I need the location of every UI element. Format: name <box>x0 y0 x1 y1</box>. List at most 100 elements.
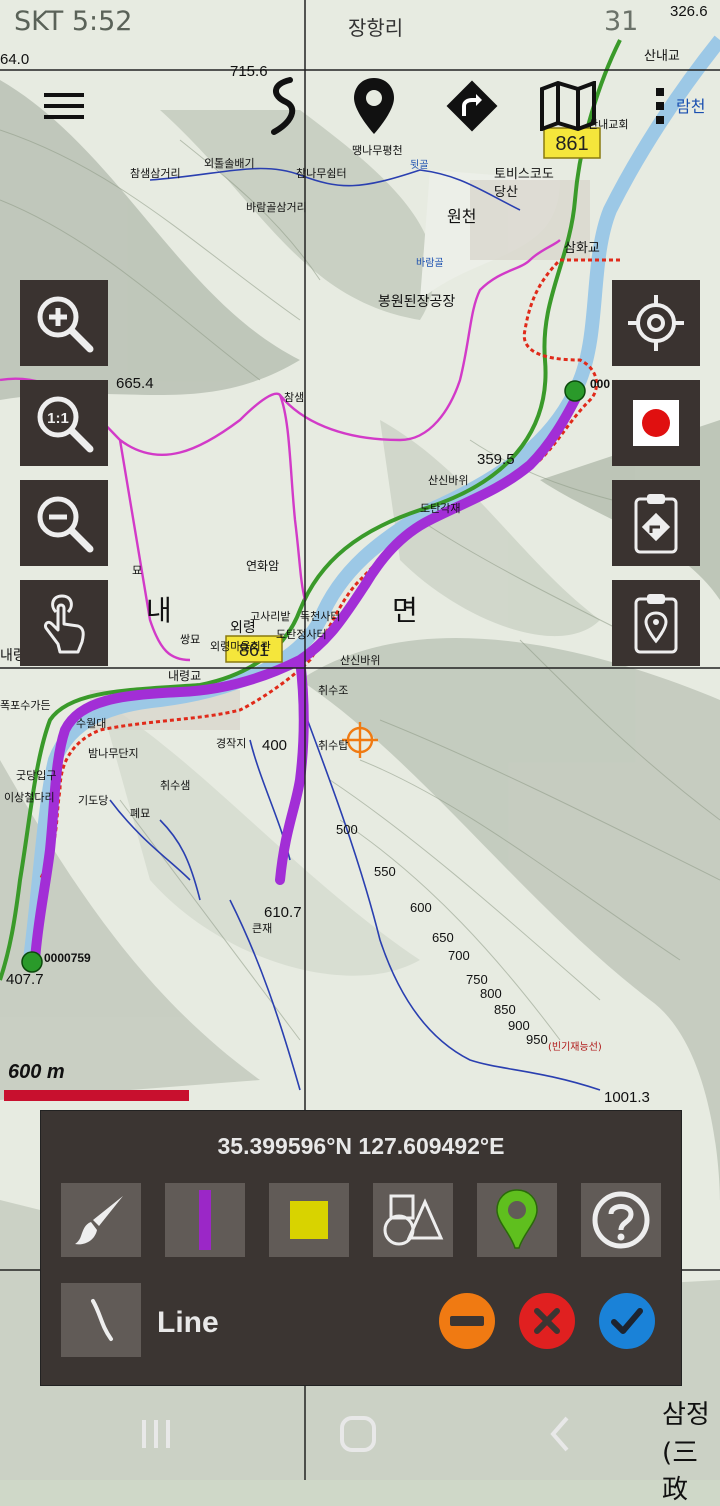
line-color-button[interactable] <box>165 1183 245 1257</box>
recent-apps-button[interactable] <box>126 1406 186 1462</box>
brush-icon <box>75 1196 123 1245</box>
elevation-label: 400 <box>262 737 287 754</box>
contour-label: 800 <box>480 986 502 1001</box>
confirm-button[interactable] <box>599 1293 655 1349</box>
zoom-in-button[interactable] <box>20 280 108 366</box>
coordinates-readout: 35.399596°N 127.609492°E <box>217 1133 505 1159</box>
place-label: 바람골삼거리 <box>246 201 307 214</box>
route-clipboard-button[interactable] <box>612 480 700 566</box>
home-button[interactable] <box>328 1406 388 1462</box>
contour-label: 600 <box>410 900 432 915</box>
place-label: 람천 <box>676 97 705 116</box>
pin-style-button[interactable] <box>477 1183 557 1257</box>
zoom-1to1-icon: 1:1 <box>37 396 94 453</box>
line-color-swatch <box>199 1190 211 1250</box>
place-label: 도탄각재 <box>420 502 460 515</box>
place-label: 밤나무단지 <box>88 747 139 760</box>
track-button[interactable] <box>248 72 316 140</box>
elevation-label: 665.4 <box>116 375 154 392</box>
home-icon <box>340 1416 376 1452</box>
map-button[interactable] <box>534 72 602 140</box>
help-icon <box>592 1191 650 1249</box>
remove-button[interactable] <box>439 1293 495 1349</box>
place-label: 묘 <box>132 564 142 577</box>
place-label: 취수샘 <box>160 779 190 792</box>
help-button[interactable] <box>581 1183 661 1257</box>
place-label: 토비스코도 <box>494 167 554 182</box>
map-icon <box>540 81 596 131</box>
close-icon <box>534 1308 560 1334</box>
locate-button[interactable] <box>612 280 700 366</box>
place-label: 당산 <box>494 185 518 200</box>
fill-color-swatch <box>290 1201 328 1239</box>
line-edit-panel: 35.399596°N 127.609492°E Line <box>40 1110 682 1386</box>
place-label: 외령 <box>230 620 256 636</box>
place-label: 뒷골 <box>410 158 428 171</box>
place-label: 외령마을회관 <box>210 640 271 653</box>
contour-label: 750 <box>466 972 488 987</box>
cancel-button[interactable] <box>519 1293 575 1349</box>
scale-bar <box>4 1090 189 1101</box>
place-label: 내 <box>146 594 172 627</box>
waypoint-button[interactable] <box>340 72 408 140</box>
track-icon <box>271 77 296 135</box>
place-label: 이상철다리 <box>4 791 55 804</box>
place-label: 산신바위 <box>428 474 468 487</box>
place-label: 폭포수가든 <box>0 699 51 712</box>
curve-line-icon <box>91 1299 113 1341</box>
shape-button[interactable] <box>373 1183 453 1257</box>
back-icon <box>550 1416 569 1452</box>
place-label: 취수조 <box>318 684 348 697</box>
waypoint-marker-end[interactable] <box>21 951 43 973</box>
brush-button[interactable] <box>61 1183 141 1257</box>
record-icon <box>633 400 679 446</box>
place-label: 취수탑 <box>318 739 348 752</box>
contour-label: 700 <box>448 948 470 963</box>
place-label: 굿당입구 <box>16 769 56 782</box>
menu-button[interactable] <box>30 72 98 140</box>
clipboard-pin-icon <box>634 594 678 654</box>
navigation-bar <box>0 1388 720 1480</box>
route-button[interactable] <box>438 72 506 140</box>
waypoint-icon <box>354 78 394 134</box>
line-type-label: Line <box>157 1306 219 1339</box>
contour-label: 500 <box>336 822 358 837</box>
place-label: 고사리밭 <box>250 610 290 623</box>
clipboard-route-icon <box>634 494 678 554</box>
place-label: 외톨솔배기 <box>204 157 255 170</box>
place-label: 봉원된장공장 <box>378 294 455 310</box>
more-options-icon[interactable] <box>656 86 670 126</box>
place-label: 큰재 <box>252 922 272 935</box>
place-label: 독천사터 <box>300 609 340 623</box>
elevation-label: 610.7 <box>264 904 302 921</box>
elevation-label: 407.7 <box>6 971 44 988</box>
zoom-1to1-button[interactable]: 1:1 <box>20 380 108 466</box>
place-label: 연화암 <box>246 559 279 573</box>
zoom-out-icon <box>37 496 94 553</box>
back-button[interactable] <box>530 1406 590 1462</box>
place-label: 쌍묘 <box>180 633 200 646</box>
record-button[interactable] <box>612 380 700 466</box>
place-label: 경작지 <box>216 737 246 750</box>
line-type-button[interactable] <box>61 1283 141 1357</box>
place-label: 산내교 <box>644 49 680 64</box>
carrier-time: SKT 5:52 <box>14 6 133 37</box>
svg-text:1:1: 1:1 <box>47 410 69 427</box>
place-label: 내령교 <box>168 669 201 683</box>
status-place: 장항리 <box>348 16 404 40</box>
place-label: 도탄정사터 <box>276 628 327 641</box>
place-label: 바람골 <box>416 256 444 269</box>
place-label: 산신바위 <box>340 654 380 667</box>
place-label: 땡나무평천 <box>352 143 403 157</box>
pin-icon <box>496 1189 538 1249</box>
pin-clipboard-button[interactable] <box>612 580 700 666</box>
fill-color-button[interactable] <box>269 1183 349 1257</box>
place-label: (빈기재능선) <box>548 1041 602 1053</box>
touch-mode-button[interactable] <box>20 580 108 666</box>
shapes-icon <box>383 1194 444 1246</box>
place-label: 참나무쉼터 <box>296 167 347 180</box>
touch-icon <box>44 594 85 654</box>
place-label: 면 <box>392 594 418 627</box>
waypoint-marker-start[interactable] <box>564 380 586 402</box>
zoom-out-button[interactable] <box>20 480 108 566</box>
